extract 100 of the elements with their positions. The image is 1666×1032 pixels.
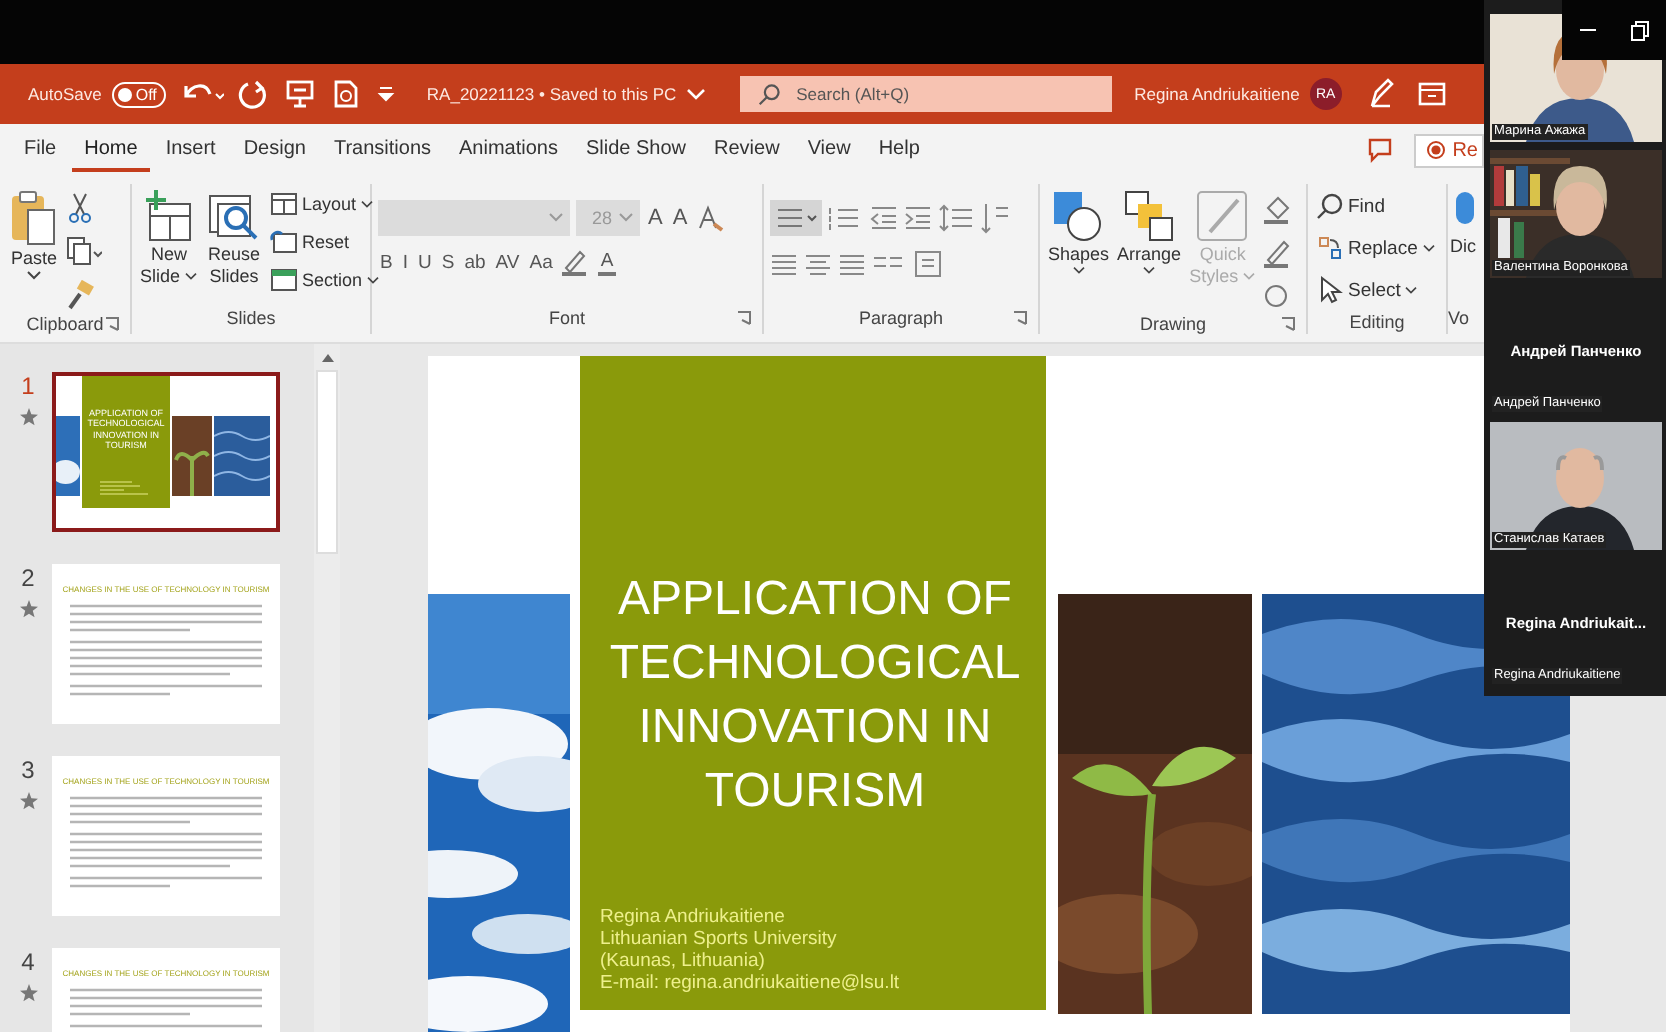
format-button[interactable]: Aa	[527, 251, 555, 273]
reset-button[interactable]: Reset	[268, 226, 383, 258]
scroll-thumb[interactable]	[316, 370, 338, 554]
group-label: Drawing	[1139, 313, 1206, 333]
user-name[interactable]: Regina Andriukaitiene	[1134, 84, 1300, 104]
quick-styles-icon	[1194, 188, 1251, 244]
arrange-button[interactable]: Arrange	[1115, 184, 1184, 280]
decrease-indent-icon[interactable]	[870, 204, 898, 232]
new-slide-button[interactable]: New Slide	[138, 184, 201, 292]
caret-icon	[366, 275, 381, 285]
format-button[interactable]: ab	[462, 251, 488, 273]
format-button[interactable]: S	[439, 251, 457, 273]
ribbon-tab[interactable]: Help	[866, 129, 932, 171]
dialog-launcher-icon[interactable]	[104, 315, 120, 331]
caret-icon	[360, 199, 375, 209]
autosave-toggle[interactable]: Off	[111, 81, 167, 107]
caret-icon	[26, 270, 42, 282]
author-line: E-mail: regina.andriukaitiene@lsu.lt	[600, 972, 902, 994]
scissors-icon[interactable]	[66, 192, 94, 224]
format-button[interactable]: B	[378, 251, 395, 273]
caret-icon	[1242, 272, 1257, 282]
record-button[interactable]: Re	[1414, 133, 1484, 167]
format-button[interactable]: AV	[493, 251, 522, 273]
clear-formatting-icon[interactable]	[695, 204, 724, 232]
group-label: Font	[548, 308, 585, 328]
format-button[interactable]: U	[415, 251, 434, 273]
paste-button[interactable]: Paste	[6, 184, 62, 286]
dialog-launcher-icon[interactable]	[1012, 310, 1028, 326]
group-label: Clipboard	[26, 313, 104, 333]
font-size-button[interactable]: A	[670, 206, 690, 230]
ribbon-tab[interactable]: View	[795, 129, 863, 171]
align-left-icon[interactable]	[770, 252, 798, 276]
ribbon-tab[interactable]: Insert	[153, 129, 228, 171]
font-size-button[interactable]: A	[646, 206, 665, 230]
shapes-button[interactable]: Shapes	[1046, 184, 1112, 280]
transition-star-icon	[19, 600, 37, 618]
group-label: Editing	[1349, 311, 1405, 331]
font-color-button[interactable]: A	[598, 249, 616, 275]
ribbon-tab[interactable]: Slide Show	[573, 129, 699, 171]
caret-icon	[618, 212, 634, 224]
ribbon-tab[interactable]: Home	[72, 129, 150, 171]
section-icon	[270, 268, 299, 292]
bullets-icon[interactable]	[770, 200, 822, 236]
ribbon-tab[interactable]: Transitions	[321, 129, 444, 171]
format-painter-icon[interactable]	[66, 280, 94, 312]
caret-icon	[1404, 285, 1419, 295]
document-title[interactable]: RA_20221123 • Saved to this PC	[426, 84, 677, 104]
ribbon-tab[interactable]: Design	[231, 129, 318, 171]
author-line: Regina Andriukaitiene	[600, 906, 787, 928]
pointer-icon	[1316, 276, 1344, 304]
format-button[interactable]: I	[400, 251, 410, 273]
text-direction-icon[interactable]	[980, 200, 1012, 236]
justify-icon[interactable]	[838, 252, 866, 276]
transition-star-icon	[19, 408, 37, 426]
text-lines-drawing	[100, 480, 152, 496]
scroll-up-icon[interactable]	[319, 352, 335, 364]
dialog-launcher-icon[interactable]	[736, 310, 752, 326]
slide-number: 2	[21, 564, 35, 592]
caret-icon	[1142, 266, 1157, 276]
numbering-icon[interactable]	[828, 204, 864, 232]
ribbon-tab[interactable]: Review	[702, 129, 792, 171]
transition-star-icon	[19, 792, 37, 810]
layout-icon	[270, 192, 299, 216]
shapes-icon	[1050, 188, 1107, 244]
ribbon-tab[interactable]: File	[12, 129, 69, 171]
slide-title: APPLICATION OF TECHNOLOGICAL INNOVATION IN TOURISM	[607, 570, 1023, 822]
search-icon	[1316, 192, 1344, 220]
increase-indent-icon[interactable]	[904, 204, 932, 232]
scrollbar[interactable]	[314, 344, 340, 1032]
author-line: (Kaunas, Lithuania)	[600, 950, 767, 972]
group-label: Paragraph	[858, 308, 944, 328]
find-button[interactable]: Find	[1314, 188, 1387, 224]
font-name-field[interactable]	[378, 200, 570, 236]
dialog-launcher-icon[interactable]	[1280, 315, 1296, 331]
line-spacing-icon[interactable]	[938, 204, 974, 232]
restore-icon[interactable]	[1628, 18, 1652, 42]
chevron-icon[interactable]	[686, 86, 707, 102]
search-field[interactable]: Search (Alt+Q)	[740, 76, 1113, 112]
section-button[interactable]: Section	[268, 264, 383, 296]
author-line: Lithuanian Sports University	[600, 928, 839, 950]
ribbon-display-icon[interactable]	[1417, 80, 1446, 108]
reuse-slides-button[interactable]: Reuse Slides	[204, 184, 265, 292]
caret-icon	[184, 272, 199, 282]
copy-icon[interactable]	[66, 236, 102, 268]
caret-icon	[1071, 266, 1086, 276]
clipboard-icon	[8, 188, 60, 248]
caret-icon	[548, 212, 564, 224]
arrange-icon	[1121, 188, 1178, 244]
align-center-icon[interactable]	[804, 252, 832, 276]
caret-icon	[1421, 243, 1436, 253]
presentation-icon[interactable]	[284, 78, 317, 110]
slide-number: 4	[21, 948, 35, 976]
comment-icon[interactable]	[1366, 136, 1395, 164]
redo-icon[interactable]	[238, 78, 271, 110]
group-label: Vo	[1448, 308, 1470, 328]
select-button[interactable]: Select	[1314, 272, 1421, 308]
document-icon[interactable]	[330, 78, 363, 110]
dictate-button[interactable]: Dic	[1448, 184, 1478, 262]
replace-button[interactable]: Replace	[1314, 230, 1438, 266]
ribbon-tab[interactable]: Animations	[447, 129, 570, 171]
